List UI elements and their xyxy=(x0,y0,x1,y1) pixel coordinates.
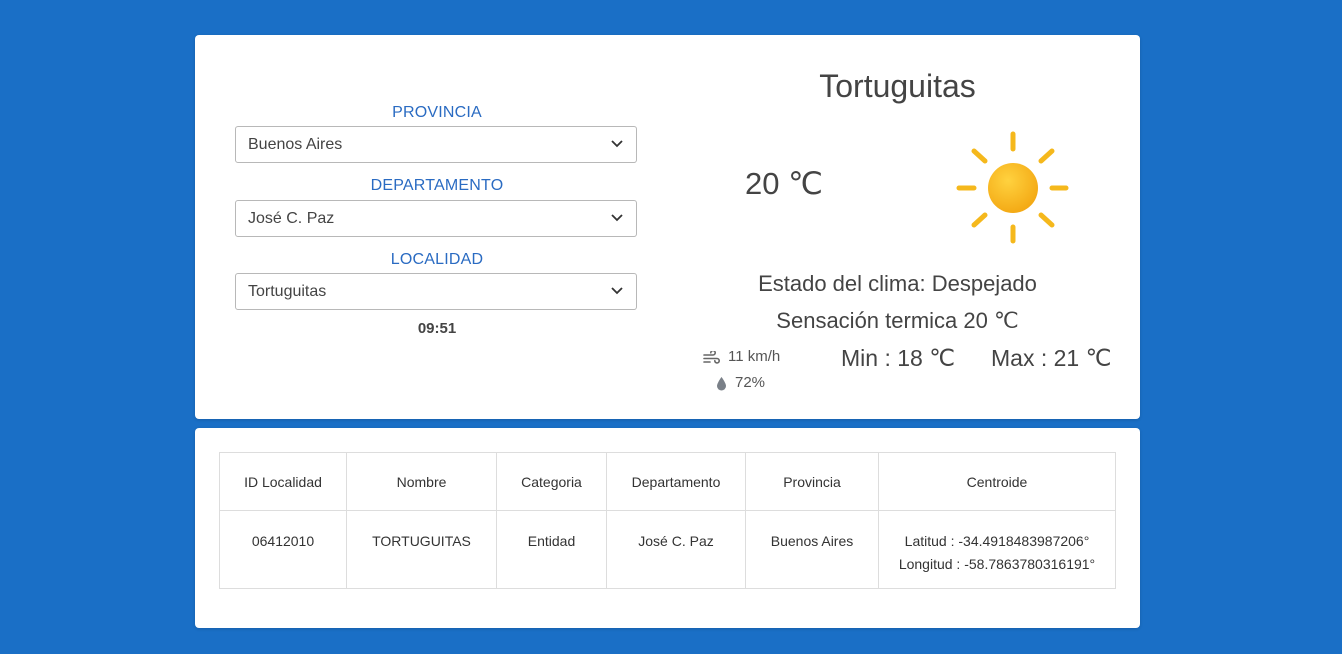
humidity-value: 72% xyxy=(735,374,766,391)
chevron-down-icon xyxy=(611,140,623,148)
weather-card: PROVINCIA Buenos Aires DEPARTAMENTO José… xyxy=(195,35,1140,419)
column-header: Departamento xyxy=(606,452,746,511)
min-temperature: Min : 18 ℃ xyxy=(841,345,956,371)
feels-like: Sensación termica 20 ℃ xyxy=(776,308,1019,333)
cell-provincia: Buenos Aires xyxy=(745,510,879,589)
latitude: Latitud : -34.4918483987206° xyxy=(904,533,1090,549)
localidad-value: Tortuguitas xyxy=(248,283,327,300)
wind-block: 11 km/h xyxy=(703,348,780,365)
column-header: Centroide xyxy=(878,452,1116,511)
cell-categoria: Entidad xyxy=(496,510,607,589)
locality-table: ID Localidad Nombre Categoria Departamen… xyxy=(219,452,1116,589)
sun-icon xyxy=(956,131,1069,244)
provincia-value: Buenos Aires xyxy=(248,136,343,153)
city-name: Tortuguitas xyxy=(819,68,976,104)
table-header-row: ID Localidad Nombre Categoria Departamen… xyxy=(219,452,1116,511)
departamento-value: José C. Paz xyxy=(248,210,335,227)
cell-departamento: José C. Paz xyxy=(606,510,746,589)
current-time: 09:51 xyxy=(417,320,457,337)
localidad-label: LOCALIDAD xyxy=(390,251,484,268)
humidity-block: 72% xyxy=(716,374,765,391)
locality-card: ID Localidad Nombre Categoria Departamen… xyxy=(195,428,1140,628)
cell-nombre: TORTUGUITAS xyxy=(346,510,497,589)
column-header: Categoria xyxy=(496,452,607,511)
wind-speed: 11 km/h xyxy=(728,348,781,365)
current-temperature: 20 ℃ xyxy=(745,166,823,201)
weather-status: Estado del clima: Despejado xyxy=(758,271,1037,296)
provincia-select[interactable]: Buenos Aires xyxy=(235,126,637,163)
departamento-select[interactable]: José C. Paz xyxy=(235,200,637,237)
longitude: Longitud : -58.7863780316191° xyxy=(898,556,1096,572)
cell-centroide: Latitud : -34.4918483987206° Longitud : … xyxy=(878,510,1116,589)
localidad-select[interactable]: Tortuguitas xyxy=(235,273,637,310)
chevron-down-icon xyxy=(611,287,623,295)
table-row: 06412010 TORTUGUITAS Entidad José C. Paz… xyxy=(219,510,1116,589)
provincia-label: PROVINCIA xyxy=(392,104,482,121)
column-header: ID Localidad xyxy=(219,452,347,511)
departamento-label: DEPARTAMENTO xyxy=(370,177,504,194)
max-temperature: Max : 21 ℃ xyxy=(991,345,1112,371)
wind-icon xyxy=(703,349,720,364)
chevron-down-icon xyxy=(611,214,623,222)
column-header: Provincia xyxy=(745,452,879,511)
cell-id: 06412010 xyxy=(219,510,347,589)
water-drop-icon xyxy=(717,376,726,391)
column-header: Nombre xyxy=(346,452,497,511)
